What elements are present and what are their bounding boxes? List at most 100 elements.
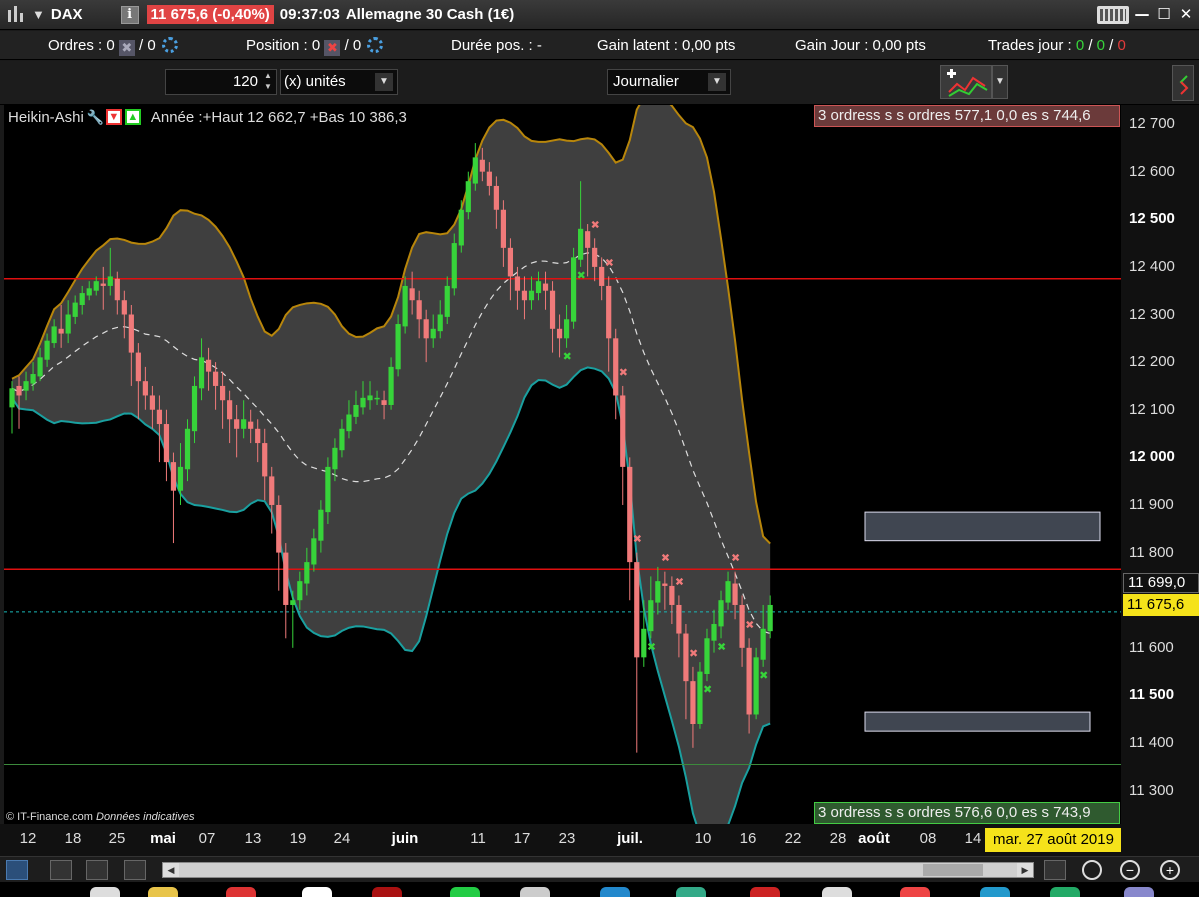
chevron-down-icon[interactable]: ▼: [32, 7, 45, 22]
time-tick-label: juin: [391, 830, 419, 847]
buy-icon[interactable]: ▲: [124, 109, 141, 125]
price-tick-label: 12 700: [1129, 115, 1175, 133]
candle-body: [37, 357, 43, 377]
units-select[interactable]: (x) unités ▼: [280, 69, 398, 95]
candle-body: [297, 581, 303, 601]
trades-separator: /: [1084, 37, 1097, 54]
symbol-label[interactable]: DAX: [51, 6, 83, 23]
taskbar-app-icon[interactable]: [750, 887, 780, 897]
taskbar-app-icon[interactable]: [1124, 887, 1154, 897]
price-tick-label: 11 400: [1129, 734, 1174, 752]
candle-body: [388, 366, 394, 405]
chart-type-label[interactable]: Heikin-Ashi: [8, 109, 84, 126]
share-icon[interactable]: [6, 860, 28, 880]
candle-body: [276, 504, 282, 553]
candle-body: [177, 466, 184, 491]
magnet-icon[interactable]: [50, 860, 72, 880]
sell-icon[interactable]: ▼: [105, 109, 122, 125]
candle-body: [191, 385, 198, 432]
orders-stat: Ordres : 0 ✖ / 0: [48, 37, 178, 56]
buy-orders-box[interactable]: 3 ordress s s ordres 576,6 0,0 es s 743,…: [814, 802, 1120, 824]
maximize-button[interactable]: ☐: [1155, 5, 1173, 23]
candle-body: [655, 581, 661, 603]
price-chart[interactable]: ✖ ✖ ✖ ✖ ✖ ✖ ✖ ✖ ✖ ✖ ✖ ✖ ✖ ✖ ✖ Heikin-Ashi 🔧 ▼ ▲ Année …: [4, 105, 1121, 824]
candle-body: [465, 181, 471, 213]
scroll-right-button[interactable]: ▶: [1017, 863, 1033, 877]
wrench-icon[interactable]: 🔧: [87, 109, 104, 125]
add-indicator-button[interactable]: [940, 65, 992, 99]
units-input[interactable]: 120: [165, 69, 277, 95]
time-axis[interactable]: 14 08 août 28 22 16 10 juil. 23 17 11 juin 24 19 13 07 m…: [0, 824, 1122, 856]
candle-body: [556, 328, 563, 339]
taskbar-app-icon[interactable]: [676, 887, 706, 897]
horizontal-scrollbar[interactable]: ◀ ▶: [162, 862, 1034, 878]
candle-body: [648, 600, 654, 632]
taskbar-app-icon[interactable]: [600, 887, 630, 897]
taskbar-app-icon[interactable]: [226, 887, 256, 897]
chart-type-icon[interactable]: [4, 4, 30, 26]
scrollbar-thumb[interactable]: [923, 864, 983, 876]
candle-body: [269, 476, 275, 505]
zoom-out-icon[interactable]: −: [1120, 860, 1140, 880]
chart-settings-icon[interactable]: [1044, 860, 1066, 880]
close-button[interactable]: ✕: [1177, 5, 1195, 23]
side-panel-toggle[interactable]: [1172, 65, 1194, 101]
price-tick-label: 12 400: [1129, 257, 1175, 275]
candle-body: [739, 604, 745, 648]
taskbar-app-icon[interactable]: [900, 887, 930, 897]
bottom-toolbar: ◀ ▶ − +: [0, 856, 1199, 882]
candle-body: [360, 397, 366, 408]
chevron-down-icon[interactable]: ▼: [375, 73, 393, 91]
taskbar-app-icon[interactable]: [302, 887, 332, 897]
period-select[interactable]: Journalier ▼: [607, 69, 731, 95]
orders-label: Ordres :: [48, 37, 107, 54]
candle-body: [227, 400, 233, 420]
candle-body: [58, 328, 64, 334]
candle-body: [163, 424, 170, 463]
taskbar-app-icon[interactable]: [1050, 887, 1080, 897]
keyboard-icon[interactable]: [1097, 6, 1129, 24]
cancel-orders-icon[interactable]: ✖: [118, 40, 135, 56]
time-tick-label: 23: [558, 830, 576, 847]
taskbar-app-icon[interactable]: [450, 887, 480, 897]
gear-icon[interactable]: [367, 37, 384, 53]
position-value2: / 0: [344, 37, 362, 54]
position-stat: Position : 0 ✖ / 0: [246, 37, 384, 56]
taskbar-app-icon[interactable]: [520, 887, 550, 897]
layers-icon[interactable]: [124, 860, 146, 880]
candle-body: [669, 585, 675, 605]
sell-orders-box[interactable]: 3 ordress s s ordres 577,1 0,0 es s 744,…: [814, 105, 1120, 127]
taskbar-app-icon[interactable]: [372, 887, 402, 897]
candle-body: [367, 395, 373, 401]
close-position-icon[interactable]: ✖: [324, 40, 341, 56]
taskbar-app-icon[interactable]: [980, 887, 1010, 897]
price-tick-label: 11 300: [1129, 781, 1174, 799]
taskbar-app-icon[interactable]: [822, 887, 852, 897]
list-icon[interactable]: [86, 860, 108, 880]
chart-canvas[interactable]: ✖ ✖ ✖ ✖ ✖ ✖ ✖ ✖ ✖ ✖ ✖ ✖ ✖ ✖ ✖: [4, 105, 1121, 824]
price-axis[interactable]: 11 699,0 11 675,6 12 700 12 600 12 500 12 4…: [1121, 105, 1199, 824]
taskbar-app-icon[interactable]: [148, 887, 178, 897]
candle-body: [571, 257, 577, 322]
candle-body: [381, 400, 387, 405]
chevron-down-icon[interactable]: ▼: [708, 73, 726, 91]
minimize-button[interactable]: —: [1133, 5, 1151, 23]
candle-body: [51, 326, 57, 344]
candle-body: [374, 397, 380, 400]
gear-icon[interactable]: [161, 37, 178, 53]
candle-body: [100, 283, 106, 286]
candle-body: [711, 624, 717, 641]
candle-body: [72, 302, 78, 317]
units-stepper[interactable]: ▲ ▼: [262, 70, 274, 94]
candle-body: [746, 647, 752, 715]
search-icon[interactable]: [1082, 860, 1102, 880]
scroll-left-button[interactable]: ◀: [163, 863, 179, 877]
candle-body: [725, 581, 731, 603]
chevron-down-icon[interactable]: ▼: [992, 65, 1008, 99]
candle-body: [416, 300, 422, 320]
taskbar-app-icon[interactable]: [90, 887, 120, 897]
time-tick-label: 08: [919, 830, 937, 847]
time-tick-label: 13: [244, 830, 262, 847]
info-icon[interactable]: i: [120, 5, 139, 24]
zoom-in-icon[interactable]: +: [1160, 860, 1180, 880]
